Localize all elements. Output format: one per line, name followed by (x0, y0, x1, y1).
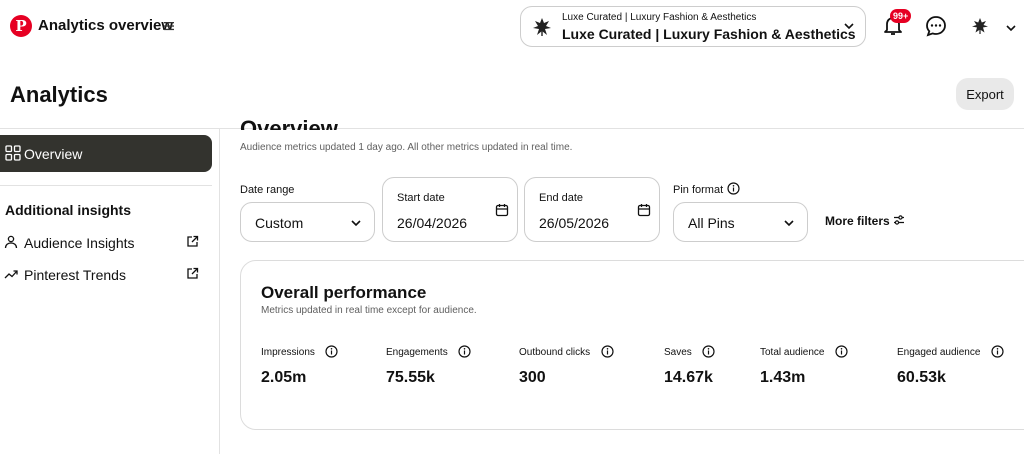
info-icon[interactable] (702, 345, 715, 358)
person-icon (4, 235, 18, 249)
start-date-field[interactable]: Start date 26/04/2026 (382, 177, 518, 242)
sidebar-item-label: Audience Insights (24, 235, 135, 251)
account-name: Luxe Curated | Luxury Fashion & Aestheti… (562, 26, 856, 42)
sidebar-divider (219, 129, 220, 454)
date-range-select[interactable]: Custom (240, 202, 375, 242)
chevron-down-icon (844, 23, 854, 30)
info-icon[interactable] (458, 345, 471, 358)
grid-icon (5, 145, 21, 161)
info-icon[interactable] (727, 182, 740, 195)
metric-saves[interactable]: Saves 14.67k (664, 342, 715, 387)
metric-label: Outbound clicks (519, 347, 591, 358)
calendar-icon (637, 204, 651, 217)
date-range-value: Custom (255, 215, 304, 231)
sidebar-item-audience-insights[interactable]: Audience Insights (0, 230, 212, 256)
external-link-icon (187, 267, 199, 279)
end-date-value: 26/05/2026 (539, 215, 610, 231)
pin-format-label: Pin format (673, 184, 724, 196)
account-switcher[interactable]: Luxe Curated | Luxury Fashion & Aestheti… (520, 6, 866, 47)
sidebar-section-heading: Additional insights (5, 202, 131, 218)
start-date-label: Start date (397, 192, 445, 204)
sidebar-divider-line (0, 185, 212, 186)
trend-up-icon (4, 270, 18, 279)
messages-icon[interactable] (925, 15, 947, 37)
info-icon[interactable] (601, 345, 614, 358)
app-title: Analytics overview (38, 17, 174, 34)
external-link-icon (187, 235, 199, 247)
pinterest-logo-icon[interactable]: P (10, 15, 32, 37)
metric-total-audience[interactable]: Total audience 1.43m (760, 342, 848, 387)
metric-label: Engagements (386, 347, 448, 358)
metric-value: 300 (519, 369, 546, 386)
pin-format-value: All Pins (688, 215, 735, 231)
export-button[interactable]: Export (956, 78, 1014, 110)
info-icon[interactable] (325, 345, 338, 358)
metric-value: 60.53k (897, 369, 946, 386)
chevron-down-icon[interactable] (1005, 22, 1017, 34)
metric-engagements[interactable]: Engagements 75.55k (386, 342, 471, 387)
profile-avatar-icon[interactable] (969, 15, 991, 37)
date-range-label: Date range (240, 184, 295, 196)
metric-value: 2.05m (261, 369, 307, 386)
metric-impressions[interactable]: Impressions 2.05m (261, 342, 338, 387)
account-name-small: Luxe Curated | Luxury Fashion & Aestheti… (562, 12, 757, 23)
info-icon[interactable] (835, 345, 848, 358)
updated-note: Audience metrics updated 1 day ago. All … (240, 142, 573, 153)
overall-performance-card: Overall performance Metrics updated in r… (240, 260, 1024, 430)
sidebar-item-overview[interactable]: Overview (0, 135, 212, 172)
metric-outbound-clicks[interactable]: Outbound clicks 300 (519, 342, 614, 387)
card-title: Overall performance (261, 283, 427, 302)
metric-engaged-audience[interactable]: Engaged audience 60.53k (897, 342, 1004, 387)
metric-value: 1.43m (760, 369, 806, 386)
filters-icon[interactable] (893, 214, 905, 226)
start-date-value: 26/04/2026 (397, 215, 468, 231)
end-date-label: End date (539, 192, 584, 204)
metric-value: 14.67k (664, 369, 713, 386)
chevron-down-icon (351, 220, 361, 227)
notification-badge: 99+ (890, 9, 912, 23)
sidebar-item-pinterest-trends[interactable]: Pinterest Trends (0, 262, 212, 288)
pin-format-select[interactable]: All Pins (673, 202, 808, 242)
more-filters-button[interactable]: More filters (825, 214, 890, 228)
hamburger-menu-icon[interactable] (163, 20, 175, 32)
metric-label: Impressions (261, 347, 315, 358)
metric-label: Total audience (760, 347, 825, 358)
sidebar-item-label: Overview (24, 146, 83, 162)
end-date-field[interactable]: End date 26/05/2026 (524, 177, 660, 242)
section-heading: Overview (240, 116, 338, 130)
page-title: Analytics (10, 82, 108, 107)
metric-value: 75.55k (386, 369, 435, 386)
chevron-down-icon (784, 220, 794, 227)
sidebar-item-label: Pinterest Trends (24, 267, 126, 283)
info-icon[interactable] (991, 345, 1004, 358)
card-subtitle: Metrics updated in real time except for … (261, 305, 477, 316)
account-avatar-icon (533, 18, 551, 36)
top-bar: P Analytics overview Luxe Curated | Luxu… (0, 0, 1024, 56)
metric-label: Engaged audience (897, 347, 981, 358)
calendar-icon (495, 204, 509, 217)
metric-label: Saves (664, 347, 692, 358)
